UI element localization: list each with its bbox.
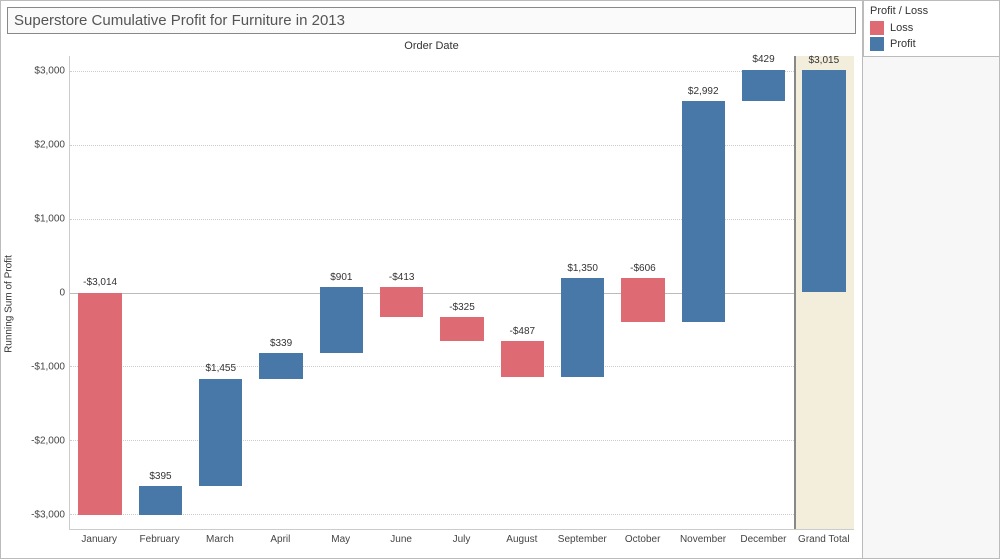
x-label: January [81,534,117,545]
gridline [70,514,854,515]
legend-item-loss[interactable]: Loss [870,20,993,36]
x-label: July [453,534,471,545]
chart-title: Superstore Cumulative Profit for Furnitu… [7,7,856,34]
bar-grand-total[interactable] [802,70,845,293]
swatch-profit-icon [870,37,884,51]
y-tick: $1,000 [19,213,65,224]
legend-item-profit[interactable]: Profit [870,36,993,52]
legend-label: Profit [890,38,916,50]
bar-label: $395 [120,471,200,482]
bar-april[interactable] [259,353,302,378]
bar-august[interactable] [501,341,544,377]
bar-label: -$3,014 [60,277,140,288]
app-root: Superstore Cumulative Profit for Furnitu… [1,1,999,558]
bar-label: -$606 [603,263,683,274]
legend-panel[interactable]: Profit / Loss Loss Profit [863,1,999,57]
bar-label: -$325 [422,302,502,313]
x-label: May [331,534,350,545]
x-label: September [558,534,607,545]
x-axis-title: Order Date [7,34,856,52]
plot-wrap: Running Sum of Profit $3,000 $2,000 $1,0… [7,56,856,552]
bar-label: $1,455 [181,363,261,374]
x-label: August [506,534,537,545]
legend-label: Loss [890,22,913,34]
y-tick: -$3,000 [19,510,65,521]
x-label: April [270,534,290,545]
zero-line [70,293,854,294]
bar-september[interactable] [561,278,604,378]
x-label: December [740,534,786,545]
bar-december[interactable] [742,70,785,102]
sidebar: Profit / Loss Loss Profit [863,1,999,558]
x-label: March [206,534,234,545]
bar-february[interactable] [139,486,182,515]
y-axis-ticks: $3,000 $2,000 $1,000 0 -$1,000 -$2,000 -… [23,56,69,530]
gridline [70,440,854,441]
bar-label: $3,015 [784,55,864,66]
y-tick: $3,000 [19,65,65,76]
bar-label: -$413 [362,272,442,283]
bar-june[interactable] [380,287,423,318]
main-panel: Superstore Cumulative Profit for Furnitu… [1,1,863,558]
gridline [70,219,854,220]
x-label: Grand Total [798,534,850,545]
y-tick: -$2,000 [19,436,65,447]
bar-july[interactable] [440,317,483,341]
x-label: October [625,534,661,545]
bar-march[interactable] [199,379,242,487]
y-tick: 0 [19,288,65,299]
swatch-loss-icon [870,21,884,35]
y-axis-title: Running Sum of Profit [4,255,15,353]
gridline [70,145,854,146]
bar-january[interactable] [78,293,121,516]
sidebar-empty [863,57,999,558]
bar-october[interactable] [621,278,664,323]
legend-title: Profit / Loss [870,5,993,20]
y-tick: $2,000 [19,139,65,150]
gridline [70,71,854,72]
x-label: November [680,534,726,545]
bar-label: $339 [241,338,321,349]
bar-november[interactable] [682,101,725,322]
y-tick: -$1,000 [19,362,65,373]
bar-label: -$487 [482,326,562,337]
plot-area[interactable]: -$3,014$395$1,455$339$901-$413-$325-$487… [69,56,854,530]
x-label: June [390,534,412,545]
x-axis-labels: January February March April May June July Augu… [69,530,854,552]
bar-label: $2,992 [663,86,743,97]
bar-may[interactable] [320,287,363,354]
x-label: February [140,534,180,545]
